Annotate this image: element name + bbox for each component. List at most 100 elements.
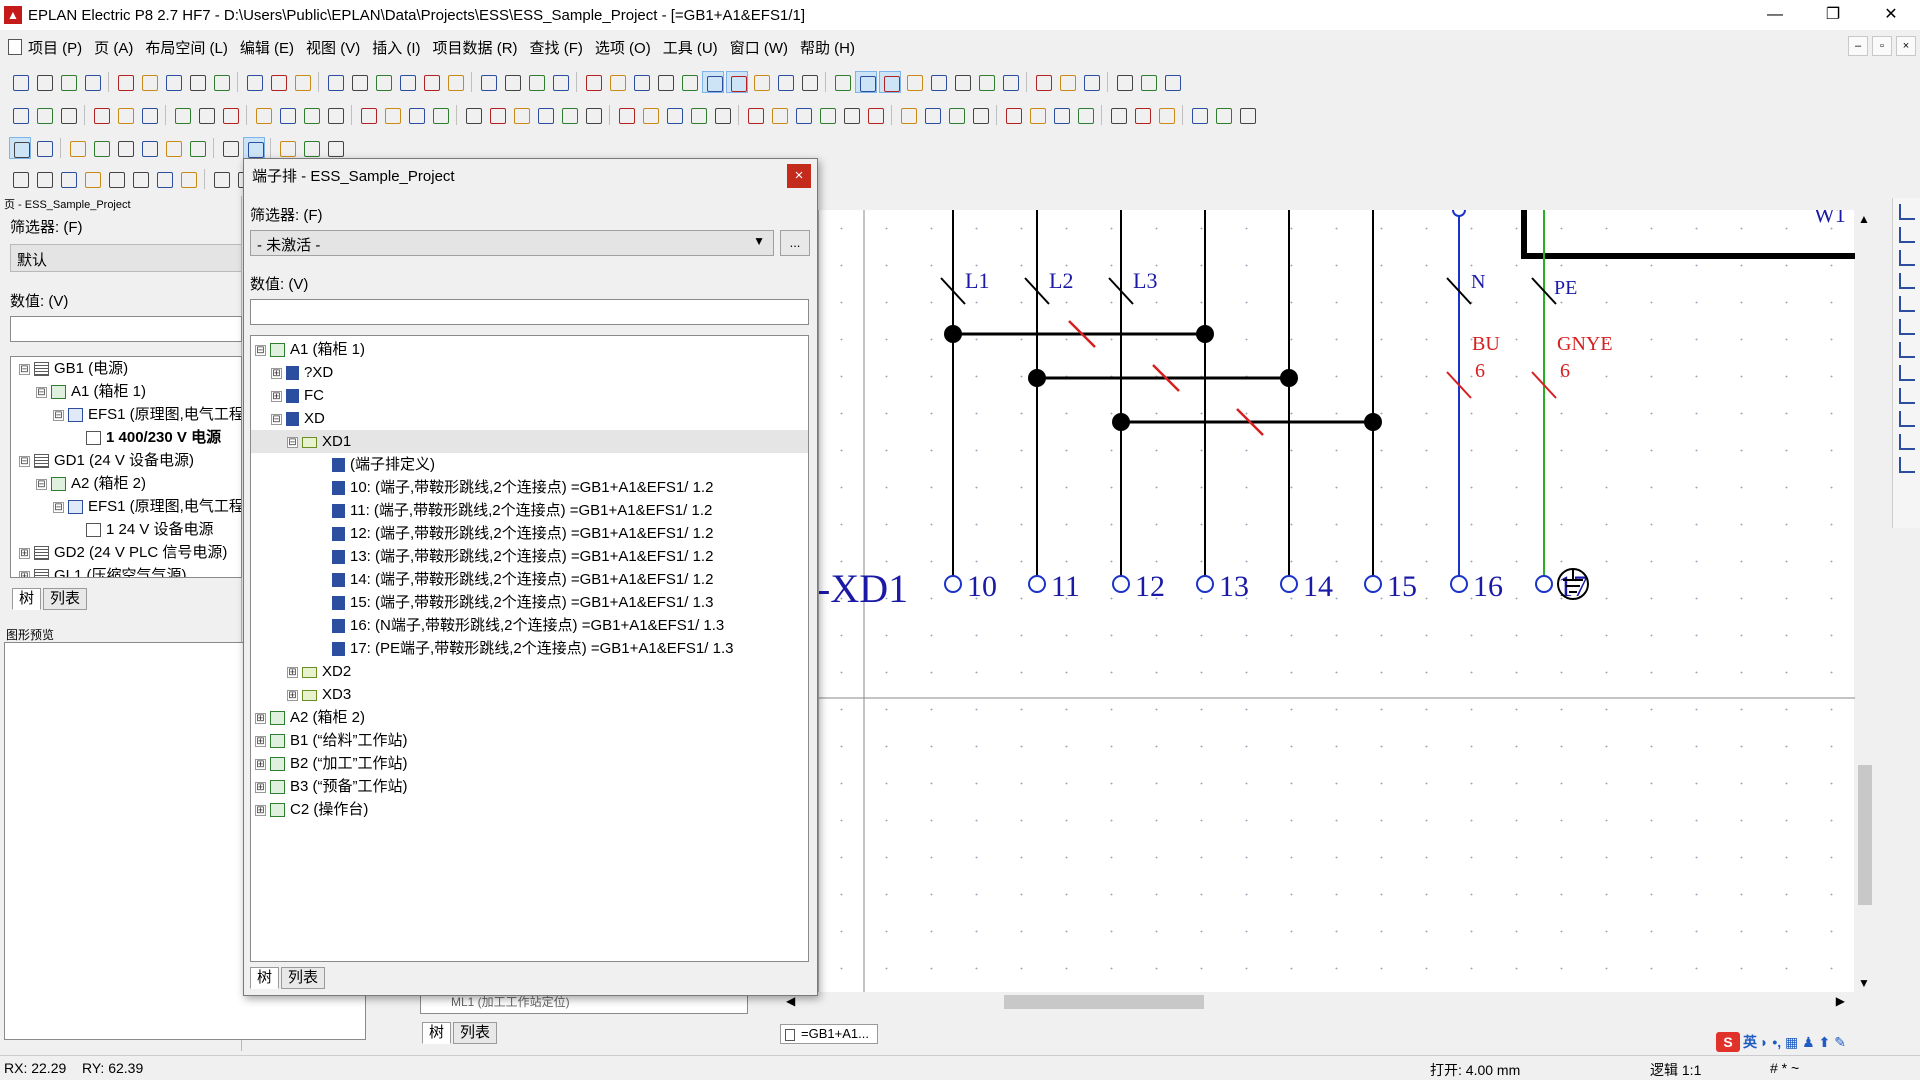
corner-connection-icon[interactable] bbox=[1898, 250, 1915, 266]
page-tree-item[interactable]: ⊟ A2 (箱柜 2) bbox=[11, 472, 241, 495]
toolbar-button-icon[interactable] bbox=[1188, 104, 1210, 126]
toolbar-button-icon[interactable] bbox=[138, 71, 160, 93]
terminal-tree-item[interactable]: ⊞ A2 (箱柜 2) bbox=[251, 706, 808, 729]
toolbar-button-icon[interactable] bbox=[486, 104, 508, 126]
toolbar-button-icon[interactable] bbox=[291, 71, 313, 93]
toolbar-button-icon[interactable] bbox=[615, 104, 637, 126]
toolbar-button-icon[interactable] bbox=[372, 71, 394, 93]
collapse-icon[interactable]: ⊟ bbox=[36, 386, 47, 398]
toolbar-button-icon[interactable] bbox=[798, 71, 820, 93]
toolbar-button-icon[interactable] bbox=[534, 104, 556, 126]
expand-icon[interactable]: ⊞ bbox=[255, 712, 266, 724]
terminal-tree-item[interactable]: ⊟ XD1 bbox=[251, 430, 808, 453]
toolbar-button-icon[interactable] bbox=[663, 104, 685, 126]
interruption-icon[interactable] bbox=[1898, 411, 1915, 427]
toolbar-button-icon[interactable] bbox=[840, 104, 862, 126]
terminal-tree-item[interactable]: ⊞ B2 (“加工”工作站) bbox=[251, 752, 808, 775]
terminal-tree-item[interactable]: 13: (端子,带鞍形跳线,2个连接点) =GB1+A1&EFS1/ 1.2 bbox=[251, 545, 808, 568]
menu-edit[interactable]: 编辑 (E) bbox=[240, 37, 294, 58]
toolbar-button-icon[interactable] bbox=[195, 104, 217, 126]
toolbar-button-icon[interactable] bbox=[816, 104, 838, 126]
toolbar-button-icon[interactable] bbox=[1212, 104, 1234, 126]
terminal-tree-item[interactable]: 11: (端子,带鞍形跳线,2个连接点) =GB1+A1&EFS1/ 1.2 bbox=[251, 499, 808, 522]
toolbar-button-icon[interactable] bbox=[276, 137, 298, 159]
toolbar-button-icon[interactable] bbox=[357, 104, 379, 126]
toolbar-button-icon[interactable] bbox=[969, 104, 991, 126]
toolbar-button-icon[interactable] bbox=[162, 137, 184, 159]
toolbar-button-icon[interactable] bbox=[1236, 104, 1258, 126]
dialog-close-button[interactable]: × bbox=[787, 164, 811, 188]
toolbar-button-icon[interactable] bbox=[66, 137, 88, 159]
toolbar-button-icon[interactable] bbox=[90, 104, 112, 126]
terminal-tree-item[interactable]: ⊞ B1 (“给料”工作站) bbox=[251, 729, 808, 752]
toolbar-button-icon[interactable] bbox=[177, 168, 199, 190]
terminal-tree-item[interactable]: ⊟ XD bbox=[251, 407, 808, 430]
toolbar-button-icon[interactable] bbox=[153, 168, 175, 190]
tab-tree[interactable]: 树 bbox=[12, 588, 42, 610]
toolbar-button-icon[interactable] bbox=[114, 71, 136, 93]
terminal-tree-item[interactable]: 14: (端子,带鞍形跳线,2个连接点) =GB1+A1&EFS1/ 1.2 bbox=[251, 568, 808, 591]
toolbar-button-icon[interactable] bbox=[210, 168, 232, 190]
terminal-tree-item[interactable]: 10: (端子,带鞍形跳线,2个连接点) =GB1+A1&EFS1/ 1.2 bbox=[251, 476, 808, 499]
toolbar-button-icon[interactable] bbox=[267, 71, 289, 93]
toolbar-button-icon[interactable] bbox=[945, 104, 967, 126]
toolbar-button-icon[interactable] bbox=[1113, 71, 1135, 93]
toolbar-button-icon[interactable] bbox=[219, 104, 241, 126]
page-tree-item[interactable]: ⊟ A1 (箱柜 1) bbox=[11, 380, 241, 403]
toolbar-button-icon[interactable] bbox=[210, 71, 232, 93]
toolbar-button-icon[interactable] bbox=[33, 104, 55, 126]
dialog-filter-select[interactable]: - 未激活 - ▼ bbox=[250, 230, 774, 256]
toolbar-button-icon[interactable] bbox=[1155, 104, 1177, 126]
scroll-left-icon[interactable]: ◀ bbox=[786, 994, 795, 1008]
toolbar-button-icon[interactable] bbox=[879, 71, 901, 93]
toolbar-button-icon[interactable] bbox=[381, 104, 403, 126]
dialog-tab-list[interactable]: 列表 bbox=[281, 967, 326, 989]
filter-select[interactable]: 默认 bbox=[10, 244, 242, 272]
corner-connection-icon[interactable] bbox=[1898, 227, 1915, 243]
menu-view[interactable]: 视图 (V) bbox=[306, 37, 360, 58]
toolbar-button-icon[interactable] bbox=[792, 104, 814, 126]
toolbar-button-icon[interactable] bbox=[921, 104, 943, 126]
minimize-button[interactable]: — bbox=[1746, 0, 1804, 30]
collapse-icon[interactable]: ⊟ bbox=[287, 436, 298, 448]
menu-insert[interactable]: 插入 (I) bbox=[372, 37, 420, 58]
toolbar-button-icon[interactable] bbox=[768, 104, 790, 126]
toolbar-button-icon[interactable] bbox=[726, 71, 748, 93]
toolbar-button-icon[interactable] bbox=[951, 71, 973, 93]
toolbar-button-icon[interactable] bbox=[744, 104, 766, 126]
collapse-icon[interactable]: ⊟ bbox=[53, 409, 64, 421]
schematic-canvas[interactable]: W1 10 11 12 13 14 15 16 17 L1 L2 L3 N PE BU 6 GNYE 6 -XD1 bbox=[817, 202, 1855, 992]
toolbar-button-icon[interactable] bbox=[774, 71, 796, 93]
interruption-icon[interactable] bbox=[1898, 388, 1915, 404]
toolbar-button-icon[interactable] bbox=[903, 71, 925, 93]
toolbar-button-icon[interactable] bbox=[57, 168, 79, 190]
toolbar-button-icon[interactable] bbox=[57, 104, 79, 126]
status-snap[interactable]: 打开: 4.00 mm bbox=[1430, 1060, 1520, 1080]
toolbar-button-icon[interactable] bbox=[1137, 71, 1159, 93]
toolbar-button-icon[interactable] bbox=[711, 104, 733, 126]
terminal-tree-item[interactable]: 16: (N端子,带鞍形跳线,2个连接点) =GB1+A1&EFS1/ 1.3 bbox=[251, 614, 808, 637]
toolbar-button-icon[interactable] bbox=[1056, 71, 1078, 93]
expand-icon[interactable]: ⊞ bbox=[19, 547, 30, 559]
expand-icon[interactable]: ⊞ bbox=[255, 804, 266, 816]
toolbar-button-icon[interactable] bbox=[90, 137, 112, 159]
corner-connection-icon[interactable] bbox=[1898, 273, 1915, 289]
toolbar-button-icon[interactable] bbox=[129, 168, 151, 190]
document-tab[interactable]: =GB1+A1... bbox=[780, 1024, 878, 1044]
toolbar-button-icon[interactable] bbox=[864, 104, 886, 126]
terminal-tree-item[interactable]: (端子排定义) bbox=[251, 453, 808, 476]
expand-icon[interactable]: ⊞ bbox=[271, 390, 282, 402]
toolbar-button-icon[interactable] bbox=[582, 104, 604, 126]
expand-icon[interactable]: ⊞ bbox=[255, 758, 266, 770]
t-connection-icon[interactable] bbox=[1898, 365, 1915, 381]
collapse-icon[interactable]: ⊟ bbox=[36, 478, 47, 490]
toolbar-button-icon[interactable] bbox=[549, 71, 571, 93]
toolbar-button-icon[interactable] bbox=[1107, 104, 1129, 126]
toolbar-button-icon[interactable] bbox=[138, 104, 160, 126]
tab-list-2[interactable]: 列表 bbox=[453, 1022, 498, 1044]
collapse-icon[interactable]: ⊟ bbox=[19, 455, 30, 467]
toolbar-button-icon[interactable] bbox=[33, 137, 55, 159]
toolbar-button-icon[interactable] bbox=[33, 71, 55, 93]
toolbar-button-icon[interactable] bbox=[81, 71, 103, 93]
page-tree-item[interactable]: ⊞ GL1 (压缩空气气源) bbox=[11, 564, 241, 577]
